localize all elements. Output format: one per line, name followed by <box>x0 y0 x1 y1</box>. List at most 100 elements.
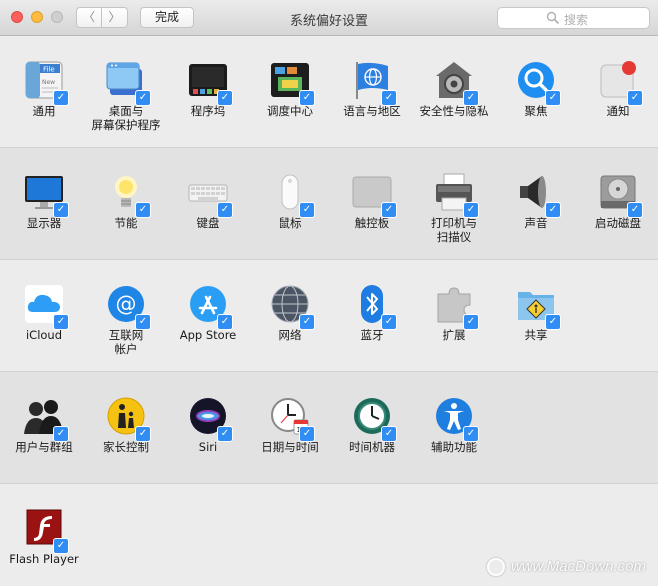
pane-app-store[interactable]: ✓ App Store <box>167 284 249 342</box>
pane-startup-disk[interactable]: ✓ 启动磁盘 <box>577 172 658 230</box>
checkbox-icon[interactable]: ✓ <box>381 314 397 330</box>
pane-dock[interactable]: ✓ 程序坞 <box>167 60 249 118</box>
pane-bluetooth[interactable]: ✓ 蓝牙 <box>331 284 413 342</box>
checkbox-icon[interactable]: ✓ <box>217 202 233 218</box>
pane-label: 日期与时间 <box>261 440 319 454</box>
pane-time-machine[interactable]: ✓ 时间机器 <box>331 396 413 454</box>
pane-label: 蓝牙 <box>360 328 384 342</box>
checkbox-icon[interactable]: ✓ <box>627 202 643 218</box>
hardware-section: ✓ 显示器 ✓ 节能 ✓ 键盘 ✓ 鼠标 ✓ 触控板 ✓ 打印机与 扫描仪 ✓ … <box>0 148 658 260</box>
pane-label: 语言与地区 <box>343 104 401 118</box>
checkbox-icon[interactable]: ✓ <box>53 314 69 330</box>
checkbox-icon[interactable]: ✓ <box>53 426 69 442</box>
checkbox-icon[interactable]: ✓ <box>299 426 315 442</box>
checkbox-icon[interactable]: ✓ <box>545 90 561 106</box>
pane-energy-saver[interactable]: ✓ 节能 <box>85 172 167 230</box>
pane-label: 打印机与 扫描仪 <box>431 216 477 244</box>
checkbox-icon[interactable]: ✓ <box>217 314 233 330</box>
pane-label: 声音 <box>524 216 548 230</box>
pane-label: 聚焦 <box>524 104 548 118</box>
pane-extensions[interactable]: ✓ 扩展 <box>413 284 495 342</box>
checkbox-icon[interactable]: ✓ <box>463 90 479 106</box>
search-icon <box>546 11 560 25</box>
pane-label: 互联网 帐户 <box>108 328 144 356</box>
pane-displays[interactable]: ✓ 显示器 <box>3 172 85 230</box>
pane-accessibility[interactable]: ✓ 辅助功能 <box>413 396 495 454</box>
pane-printers-scanners[interactable]: ✓ 打印机与 扫描仪 <box>413 172 495 244</box>
pane-label: 鼠标 <box>278 216 302 230</box>
pane-mission-control[interactable]: ✓ 调度中心 <box>249 60 331 118</box>
pane-label: 通用 <box>32 104 56 118</box>
pane-label: 网络 <box>278 328 302 342</box>
pane-label: 桌面与 屏幕保护程序 <box>91 104 161 132</box>
checkbox-icon[interactable]: ✓ <box>135 314 151 330</box>
pane-sound[interactable]: ✓ 声音 <box>495 172 577 230</box>
pane-label: 程序坞 <box>190 104 226 118</box>
search-placeholder: 搜索 <box>564 13 589 27</box>
pane-mouse[interactable]: ✓ 鼠标 <box>249 172 331 230</box>
pane-label: 家长控制 <box>103 440 149 454</box>
checkbox-icon[interactable]: ✓ <box>545 202 561 218</box>
pane-parental-controls[interactable]: ✓ 家长控制 <box>85 396 167 454</box>
checkbox-icon[interactable]: ✓ <box>53 202 69 218</box>
personal-section: File New ✓ 通用 ✓ 桌面与 屏幕保护程序 ✓ 程序坞 ✓ 调度中心 … <box>0 36 658 148</box>
pane-label: 共享 <box>524 328 548 342</box>
other-section: ✓ Flash Player www.MacDown.com <box>0 484 658 586</box>
checkbox-icon[interactable]: ✓ <box>545 314 561 330</box>
pane-language-region[interactable]: ✓ 语言与地区 <box>331 60 413 118</box>
checkbox-icon[interactable]: ✓ <box>299 314 315 330</box>
pane-general[interactable]: File New ✓ 通用 <box>3 60 85 118</box>
pane-label: 节能 <box>114 216 138 230</box>
checkbox-icon[interactable]: ✓ <box>217 90 233 106</box>
pane-label: 通知 <box>606 104 630 118</box>
pane-internet-accounts[interactable]: @ ✓ 互联网 帐户 <box>85 284 167 356</box>
pane-security-privacy[interactable]: ✓ 安全性与隐私 <box>413 60 495 118</box>
pane-date-time[interactable]: 18 ✓ 日期与时间 <box>249 396 331 454</box>
pane-label: Flash Player <box>9 552 79 566</box>
macdown-logo-icon <box>486 558 505 577</box>
svg-text:File: File <box>43 66 55 74</box>
pane-label: 启动磁盘 <box>595 216 641 230</box>
checkbox-icon[interactable]: ✓ <box>381 426 397 442</box>
internet-section: ✓ iCloud @ ✓ 互联网 帐户 ✓ App Store ✓ 网络 ✓ 蓝… <box>0 260 658 372</box>
pane-label: iCloud <box>25 328 63 342</box>
search-field[interactable]: 搜索 <box>497 7 650 29</box>
title-bar: 〈 〉 完成 系统偏好设置 搜索 <box>0 0 658 36</box>
checkbox-icon[interactable]: ✓ <box>135 426 151 442</box>
checkbox-icon[interactable]: ✓ <box>463 314 479 330</box>
pane-spotlight[interactable]: ✓ 聚焦 <box>495 60 577 118</box>
checkbox-icon[interactable]: ✓ <box>299 202 315 218</box>
checkbox-icon[interactable]: ✓ <box>217 426 233 442</box>
checkbox-icon[interactable]: ✓ <box>463 202 479 218</box>
pane-network[interactable]: ✓ 网络 <box>249 284 331 342</box>
pane-label: 调度中心 <box>267 104 313 118</box>
pane-trackpad[interactable]: ✓ 触控板 <box>331 172 413 230</box>
checkbox-icon[interactable]: ✓ <box>381 202 397 218</box>
pane-label: 扩展 <box>442 328 466 342</box>
checkbox-icon[interactable]: ✓ <box>53 90 69 106</box>
system-section: ✓ 用户与群组 ✓ 家长控制 ✓ Siri ✓ 日期与时间 ✓ 时间机器 ✓ 辅… <box>0 372 658 484</box>
pane-label: 触控板 <box>354 216 390 230</box>
checkbox-icon[interactable]: ✓ <box>299 90 315 106</box>
pane-label: 用户与群组 <box>15 440 73 454</box>
pane-users-groups[interactable]: ✓ 用户与群组 <box>3 396 85 454</box>
pane-keyboard[interactable]: ✓ 键盘 <box>167 172 249 230</box>
pane-label: App Store <box>179 328 237 342</box>
checkbox-icon[interactable]: ✓ <box>381 90 397 106</box>
pane-siri[interactable]: ✓ Siri <box>167 396 249 454</box>
pane-sharing[interactable]: ✓ 共享 <box>495 284 577 342</box>
watermark-text: www.MacDown.com <box>510 558 646 575</box>
watermark: www.MacDown.com <box>486 558 646 580</box>
checkbox-icon[interactable]: ✓ <box>135 90 151 106</box>
checkbox-icon[interactable]: ✓ <box>627 90 643 106</box>
svg-text:New: New <box>42 79 55 86</box>
checkbox-icon[interactable]: ✓ <box>53 538 69 554</box>
checkbox-icon[interactable]: ✓ <box>463 426 479 442</box>
pane-label: 辅助功能 <box>431 440 477 454</box>
pane-flash-player[interactable]: ✓ Flash Player <box>3 508 85 566</box>
pane-desktop-screensaver[interactable]: ✓ 桌面与 屏幕保护程序 <box>85 60 167 132</box>
pane-label: 时间机器 <box>349 440 395 454</box>
checkbox-icon[interactable]: ✓ <box>135 202 151 218</box>
pane-notifications[interactable]: ✓ 通知 <box>577 60 658 118</box>
pane-icloud[interactable]: ✓ iCloud <box>3 284 85 342</box>
